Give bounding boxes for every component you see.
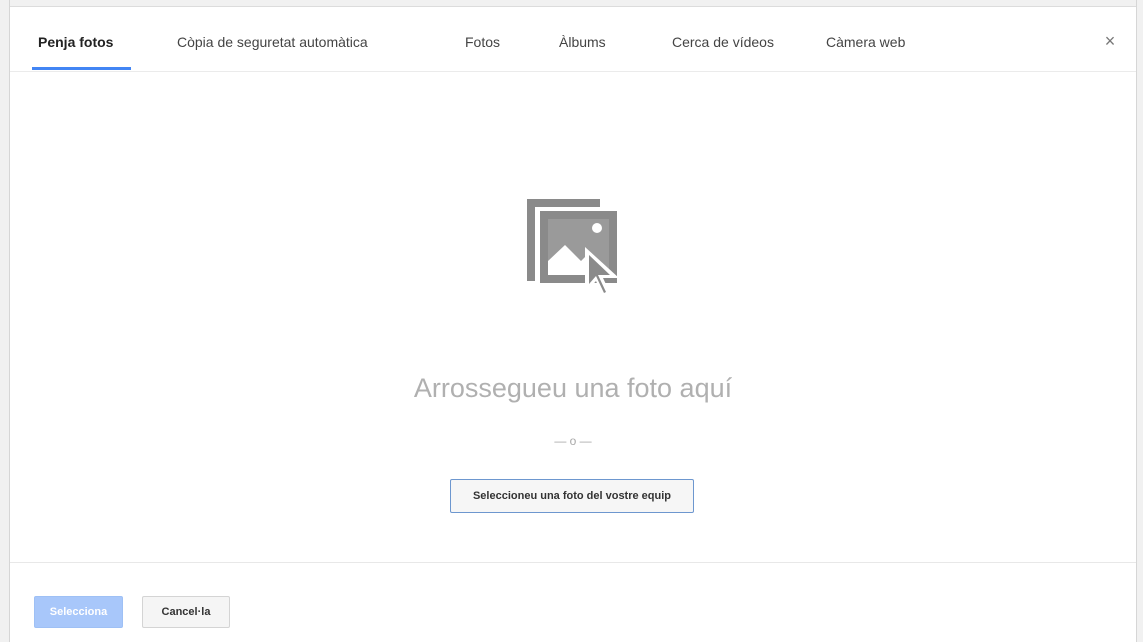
or-separator: — o — bbox=[554, 434, 592, 448]
tab-photos[interactable]: Fotos bbox=[465, 7, 500, 71]
photo-picker-dialog: Penja fotos Còpia de seguretat automàtic… bbox=[10, 7, 1136, 642]
window-left-edge bbox=[0, 0, 10, 642]
drop-instructions: Arrossegueu una foto aquí bbox=[413, 373, 733, 403]
drop-zone[interactable]: Arrossegueu una foto aquí — o — Seleccio… bbox=[10, 72, 1136, 562]
tab-albums[interactable]: Àlbums bbox=[559, 7, 606, 71]
active-tab-indicator bbox=[32, 67, 131, 70]
cancel-button[interactable]: Cancel·la bbox=[142, 596, 230, 628]
dialog-footer: Selecciona Cancel·la bbox=[10, 562, 1136, 642]
tab-auto-backup[interactable]: Còpia de seguretat automàtica bbox=[177, 7, 368, 71]
tab-webcam[interactable]: Càmera web bbox=[826, 7, 905, 71]
picker-window: Penja fotos Còpia de seguretat automàtic… bbox=[0, 0, 1143, 642]
image-drop-icon bbox=[527, 199, 619, 299]
window-top-edge bbox=[0, 0, 1143, 7]
select-from-computer-button[interactable]: Seleccioneu una foto del vostre equip bbox=[450, 479, 694, 513]
tab-upload-photos[interactable]: Penja fotos bbox=[38, 7, 113, 71]
tab-bar: Penja fotos Còpia de seguretat automàtic… bbox=[10, 7, 1136, 72]
tab-video-search[interactable]: Cerca de vídeos bbox=[672, 7, 774, 71]
window-right-edge bbox=[1136, 0, 1143, 642]
select-button[interactable]: Selecciona bbox=[34, 596, 123, 628]
close-icon[interactable]: × bbox=[1098, 29, 1122, 53]
